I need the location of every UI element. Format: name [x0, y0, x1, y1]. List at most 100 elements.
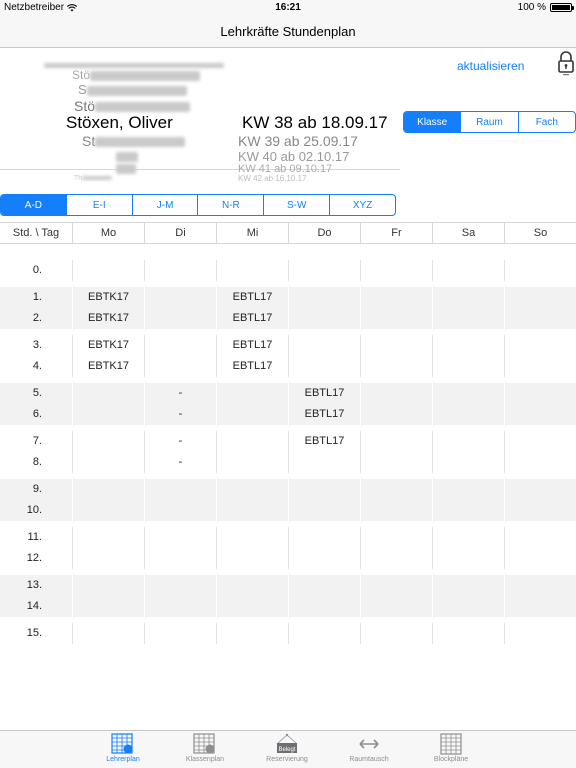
cell-do[interactable] — [288, 527, 360, 548]
cell-do[interactable] — [288, 335, 360, 356]
segment-n-r[interactable]: N-R — [197, 195, 263, 215]
cell-so[interactable] — [504, 308, 576, 329]
cell-so[interactable] — [504, 452, 576, 473]
cell-mo[interactable] — [72, 596, 144, 617]
cell-mi[interactable] — [216, 452, 288, 473]
cell-sa[interactable] — [432, 527, 504, 548]
cell-fr[interactable] — [360, 356, 432, 377]
refresh-link[interactable]: aktualisieren — [457, 59, 524, 73]
cell-fr[interactable] — [360, 548, 432, 569]
cell-mi[interactable] — [216, 596, 288, 617]
cell-sa[interactable] — [432, 404, 504, 425]
cell-mi[interactable]: EBTL17 — [216, 356, 288, 377]
cell-mo[interactable]: EBTK17 — [72, 356, 144, 377]
cell-di[interactable] — [144, 500, 216, 521]
cell-so[interactable] — [504, 575, 576, 596]
cell-fr[interactable] — [360, 287, 432, 308]
cell-di[interactable] — [144, 479, 216, 500]
cell-fr[interactable] — [360, 260, 432, 281]
cell-so[interactable] — [504, 287, 576, 308]
cell-mi[interactable] — [216, 548, 288, 569]
cell-sa[interactable] — [432, 260, 504, 281]
cell-mo[interactable] — [72, 383, 144, 404]
cell-di[interactable] — [144, 548, 216, 569]
segment-raum[interactable]: Raum — [460, 112, 517, 132]
cell-do[interactable] — [288, 500, 360, 521]
cell-fr[interactable] — [360, 383, 432, 404]
cell-fr[interactable] — [360, 527, 432, 548]
cell-di[interactable] — [144, 596, 216, 617]
cell-do[interactable] — [288, 596, 360, 617]
tab-raumtausch[interactable]: Raumtausch — [328, 731, 410, 768]
cell-mo[interactable] — [72, 527, 144, 548]
cell-di[interactable] — [144, 527, 216, 548]
cell-do[interactable] — [288, 356, 360, 377]
segment-fach[interactable]: Fach — [517, 112, 575, 132]
cell-mo[interactable]: EBTK17 — [72, 335, 144, 356]
cell-sa[interactable] — [432, 308, 504, 329]
cell-di[interactable] — [144, 308, 216, 329]
cell-di[interactable] — [144, 287, 216, 308]
cell-sa[interactable] — [432, 575, 504, 596]
cell-so[interactable] — [504, 404, 576, 425]
cell-fr[interactable] — [360, 431, 432, 452]
cell-do[interactable] — [288, 452, 360, 473]
cell-mo[interactable] — [72, 548, 144, 569]
cell-so[interactable] — [504, 260, 576, 281]
cell-mo[interactable] — [72, 452, 144, 473]
cell-sa[interactable] — [432, 431, 504, 452]
cell-so[interactable] — [504, 431, 576, 452]
cell-so[interactable] — [504, 548, 576, 569]
cell-fr[interactable] — [360, 500, 432, 521]
cell-so[interactable] — [504, 623, 576, 644]
cell-di[interactable]: - — [144, 383, 216, 404]
cell-sa[interactable] — [432, 479, 504, 500]
cell-do[interactable]: EBTL17 — [288, 404, 360, 425]
cell-fr[interactable] — [360, 335, 432, 356]
cell-mo[interactable] — [72, 260, 144, 281]
cell-so[interactable] — [504, 383, 576, 404]
cell-mo[interactable]: EBTK17 — [72, 308, 144, 329]
cell-so[interactable] — [504, 479, 576, 500]
cell-di[interactable] — [144, 260, 216, 281]
cell-sa[interactable] — [432, 287, 504, 308]
cell-so[interactable] — [504, 500, 576, 521]
tab-reservierung[interactable]: Belegt Reservierung — [246, 731, 328, 768]
cell-fr[interactable] — [360, 308, 432, 329]
cell-mi[interactable]: EBTL17 — [216, 308, 288, 329]
tab-lehrerplan[interactable]: Lehrerplan — [82, 731, 164, 768]
cell-sa[interactable] — [432, 596, 504, 617]
cell-do[interactable]: EBTL17 — [288, 431, 360, 452]
cell-mi[interactable] — [216, 500, 288, 521]
segment-e-i[interactable]: E-I — [65, 195, 132, 215]
segment-xyz[interactable]: XYZ — [329, 195, 395, 215]
cell-so[interactable] — [504, 596, 576, 617]
cell-di[interactable]: - — [144, 404, 216, 425]
tab-klassenplan[interactable]: Klassenplan — [164, 731, 246, 768]
cell-mi[interactable] — [216, 623, 288, 644]
cell-so[interactable] — [504, 356, 576, 377]
cell-do[interactable] — [288, 260, 360, 281]
cell-di[interactable] — [144, 623, 216, 644]
segment-s-w[interactable]: S-W — [263, 195, 329, 215]
teacher-week-picker[interactable]: Stö S Stö Stöxen, Oliver KW 38 ab 18.09.… — [0, 56, 400, 182]
segment-klasse[interactable]: Klasse — [404, 112, 461, 132]
cell-fr[interactable] — [360, 596, 432, 617]
cell-do[interactable] — [288, 479, 360, 500]
cell-sa[interactable] — [432, 548, 504, 569]
cell-fr[interactable] — [360, 479, 432, 500]
cell-fr[interactable] — [360, 623, 432, 644]
cell-di[interactable]: - — [144, 431, 216, 452]
cell-do[interactable] — [288, 308, 360, 329]
cell-mi[interactable] — [216, 431, 288, 452]
cell-sa[interactable] — [432, 383, 504, 404]
cell-mo[interactable] — [72, 479, 144, 500]
cell-fr[interactable] — [360, 575, 432, 596]
cell-mo[interactable] — [72, 500, 144, 521]
cell-sa[interactable] — [432, 356, 504, 377]
cell-so[interactable] — [504, 527, 576, 548]
cell-mi[interactable] — [216, 260, 288, 281]
cell-so[interactable] — [504, 335, 576, 356]
cell-mi[interactable]: EBTL17 — [216, 287, 288, 308]
cell-mi[interactable]: EBTL17 — [216, 335, 288, 356]
